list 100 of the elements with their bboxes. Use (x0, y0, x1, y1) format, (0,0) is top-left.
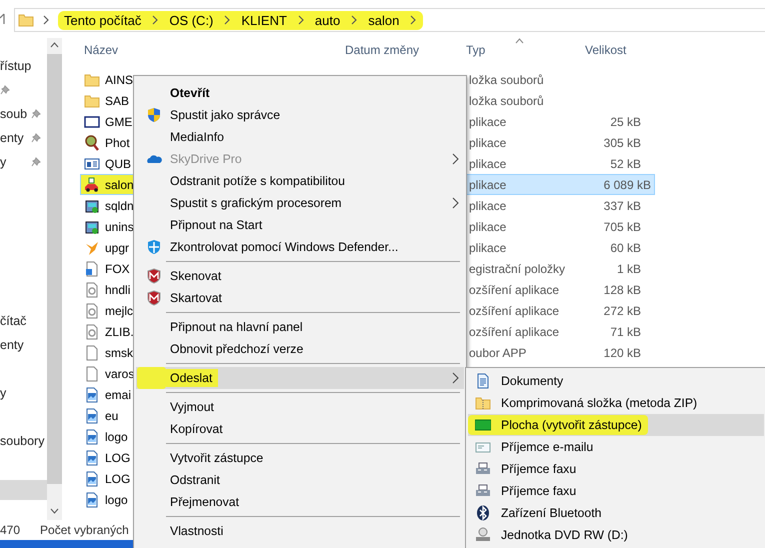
file-type: ozšíření aplikace (469, 324, 560, 338)
menu-item[interactable]: Kopírovat (136, 418, 464, 440)
menu-item[interactable]: Připnout na hlavní panel (136, 316, 464, 338)
file-type: oubor APP (469, 346, 526, 360)
menu-item[interactable]: Vyjmout (136, 396, 464, 418)
menu-item[interactable]: Spustit s grafickým procesorem (136, 192, 464, 214)
nav-item[interactable]: řístup (0, 59, 32, 73)
breadcrumb[interactable]: Tento počítač (64, 12, 142, 28)
scroll-up-icon[interactable] (50, 42, 59, 48)
file-size: 305 kB (604, 136, 641, 150)
nav-item[interactable]: čítač (0, 314, 26, 328)
magnifier-icon (84, 134, 100, 150)
file-type: plikace (469, 240, 506, 254)
nav-item[interactable]: soub (0, 107, 28, 121)
menu-item[interactable]: Příjemce faxu (468, 480, 764, 502)
image-file-icon (84, 492, 100, 508)
file-name[interactable]: AINS (105, 72, 134, 86)
file-size: 1 kB (616, 262, 641, 276)
nav-item[interactable]: soubory (0, 434, 44, 448)
file-name[interactable]: LOG (105, 450, 130, 464)
file-size: 71 kB (610, 324, 641, 338)
file-type: ozšíření aplikace (469, 304, 560, 318)
file-name[interactable]: sqldn (105, 198, 134, 212)
menu-item[interactable]: Vlastnosti (136, 520, 464, 542)
nav-item[interactable]: y (0, 386, 6, 400)
nav-item-highlight (0, 480, 47, 500)
file-type: plikace (469, 220, 506, 234)
file-name[interactable]: smsk (105, 346, 133, 360)
menu-item[interactable]: Spustit jako správce (136, 104, 464, 126)
menu-item[interactable]: Otevřít (136, 82, 464, 104)
blank-file-icon (84, 344, 100, 360)
gear-file-icon (84, 324, 100, 340)
column-header[interactable]: Datum změny (345, 43, 420, 57)
file-name[interactable]: GME (105, 114, 132, 128)
file-name[interactable]: eu (105, 408, 118, 422)
breadcrumb[interactable]: auto (314, 12, 340, 28)
file-name[interactable]: FOX (105, 262, 130, 276)
shield-icon (146, 290, 162, 306)
file-type: plikace (469, 114, 506, 128)
file-name[interactable]: ZLIB. (105, 324, 134, 338)
file-name[interactable]: mejlc (105, 304, 134, 318)
image-file-icon (84, 386, 100, 402)
column-header[interactable]: Velikost (585, 43, 626, 57)
menu-item[interactable]: Odstranit (136, 469, 464, 491)
file-size: 705 kB (604, 220, 641, 234)
file-size: 60 kB (610, 240, 641, 254)
column-header[interactable]: Název (84, 43, 118, 57)
menu-item[interactable]: Zařízení Bluetooth (468, 502, 764, 524)
chevron-icon (223, 15, 232, 25)
image-file-icon (84, 450, 100, 466)
menu-item[interactable]: Připnout na Start (136, 214, 464, 236)
nav-item[interactable]: y (0, 155, 6, 169)
file-name[interactable]: salon (105, 178, 134, 192)
breadcrumb[interactable]: OS (C:) (169, 12, 214, 28)
file-name[interactable]: Phot (105, 136, 130, 150)
file-size: 272 kB (604, 304, 641, 318)
up-arrow-icon[interactable] (0, 12, 6, 26)
file-size: 52 kB (610, 156, 641, 170)
file-type: egistrační položky (469, 262, 566, 276)
menu-item[interactable]: Přejmenovat (136, 491, 464, 513)
menu-item[interactable]: Komprimovaná složka (metoda ZIP) (468, 392, 764, 414)
menu-item[interactable]: Odstranit potíže s kompatibilitou (136, 170, 464, 192)
column-header[interactable]: Typ (466, 43, 486, 57)
chevron-icon (350, 15, 358, 25)
printer-icon (475, 461, 491, 477)
printer-icon (475, 483, 491, 499)
menu-item[interactable]: Obnovit předchozí verze (136, 338, 464, 360)
file-name[interactable]: hndli (105, 282, 130, 296)
file-name[interactable]: emai (105, 388, 132, 402)
nav-item[interactable]: enty (0, 131, 24, 145)
zip-folder-icon (475, 395, 491, 411)
address-bar[interactable]: Tento počítač OS (C:) KLIENT auto salon (14, 8, 765, 32)
shield-icon (146, 107, 162, 123)
file-name[interactable]: varos (105, 366, 134, 380)
menu-item[interactable]: Plocha (vytvořit zástupce) (468, 414, 764, 436)
file-name[interactable]: QUB (105, 156, 132, 170)
menu-item[interactable]: Skartovat (136, 287, 464, 309)
menu-item[interactable]: Vytvořit zástupce (136, 447, 464, 469)
menu-item[interactable]: MediaInfo (136, 126, 464, 148)
menu-item[interactable]: Příjemce faxu (468, 458, 764, 480)
file-name[interactable]: logo (105, 430, 128, 444)
breadcrumb[interactable]: KLIENT (241, 12, 287, 28)
menu-item[interactable]: Jednotka DVD RW (D:) (468, 524, 764, 546)
chevron-icon (151, 15, 160, 25)
file-name[interactable]: logo (105, 492, 128, 506)
file-type: ozšíření aplikace (469, 282, 560, 296)
file-name[interactable]: SAB (105, 94, 130, 108)
menu-item[interactable]: Příjemce e-mailu (468, 436, 764, 458)
menu-item[interactable]: Dokumenty (468, 370, 764, 392)
menu-item[interactable]: Odeslat (136, 367, 464, 389)
menu-item[interactable]: Zkontrolovat pomocí Windows Defender... (136, 236, 464, 258)
selection-count: Počet vybraných (40, 523, 129, 537)
scroll-down-icon[interactable] (50, 508, 59, 514)
file-name[interactable]: unins (105, 220, 134, 234)
file-name[interactable]: LOG (105, 472, 130, 486)
file-name[interactable]: upgr (105, 240, 130, 254)
menu-item[interactable]: Skenovat (136, 265, 464, 287)
document-icon (475, 373, 491, 389)
breadcrumb[interactable]: salon (368, 12, 400, 28)
nav-item[interactable]: enty (0, 338, 24, 352)
